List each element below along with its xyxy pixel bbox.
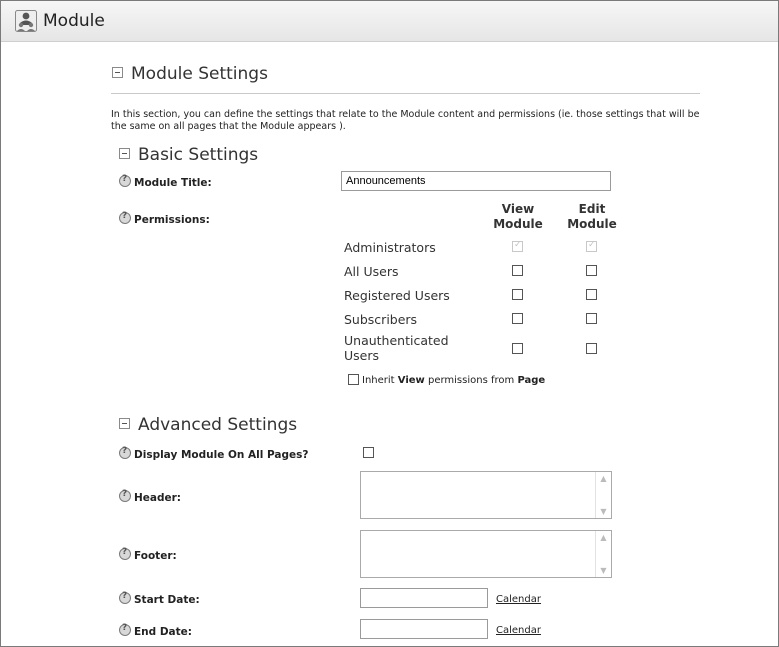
display-all-pages-checkbox[interactable] [363, 447, 374, 458]
role-name: Administrators [344, 240, 436, 255]
view-permission-checkbox[interactable] [512, 289, 523, 300]
inherit-permissions-checkbox[interactable] [348, 374, 359, 385]
role-name: Subscribers [344, 312, 418, 327]
start-date-input[interactable] [360, 588, 488, 608]
header-label: Header: [119, 489, 181, 504]
view-permission-checkbox [512, 240, 523, 252]
start-date-calendar-link[interactable]: Calendar [496, 594, 541, 605]
edit-module-header: Edit Module [567, 202, 617, 231]
view-permission-checkbox[interactable] [512, 343, 523, 354]
edit-permission-checkbox[interactable] [586, 313, 597, 324]
help-icon[interactable] [119, 591, 131, 604]
help-icon[interactable] [119, 547, 131, 560]
window-title: Module [43, 11, 105, 31]
advanced-settings-heading[interactable]: Advanced Settings [119, 415, 297, 435]
end-date-input[interactable] [360, 619, 488, 639]
window-titlebar: Module [1, 1, 778, 42]
view-permission-checkbox[interactable] [512, 265, 523, 276]
end-date-label: End Date: [119, 623, 192, 638]
help-icon[interactable] [119, 211, 131, 224]
edit-permission-checkbox [586, 240, 597, 252]
help-icon[interactable] [119, 489, 131, 502]
divider [111, 93, 700, 94]
scroll-up-arrow-icon[interactable]: ▲ [599, 533, 608, 542]
help-icon[interactable] [119, 623, 131, 636]
module-title-input[interactable] [341, 171, 611, 191]
edit-permission-checkbox[interactable] [586, 289, 597, 300]
role-name: Registered Users [344, 288, 450, 303]
display-all-pages-label: Display Module On All Pages? [119, 446, 309, 461]
header-textarea[interactable]: ▲ ▼ [360, 471, 612, 519]
role-name: Unauthenticated Users [344, 333, 449, 363]
module-settings-intro: In this section, you can define the sett… [111, 109, 700, 132]
view-permission-checkbox[interactable] [512, 313, 523, 324]
help-icon[interactable] [119, 446, 131, 459]
edit-permission-checkbox[interactable] [586, 265, 597, 276]
help-icon[interactable] [119, 174, 131, 187]
module-window: Module Module Settings In this section, … [0, 0, 779, 647]
edit-permission-checkbox[interactable] [586, 343, 597, 354]
footer-textarea[interactable]: ▲ ▼ [360, 530, 612, 578]
collapse-icon[interactable] [119, 417, 130, 429]
module-settings-heading[interactable]: Module Settings [112, 64, 268, 84]
role-name: All Users [344, 264, 399, 279]
scroll-up-arrow-icon[interactable]: ▲ [599, 474, 608, 483]
view-module-header: View Module [493, 202, 543, 231]
collapse-icon[interactable] [119, 147, 130, 159]
start-date-label: Start Date: [119, 591, 200, 606]
end-date-calendar-link[interactable]: Calendar [496, 625, 541, 636]
scrollbar[interactable]: ▲ ▼ [595, 531, 611, 577]
scroll-down-arrow-icon[interactable]: ▼ [599, 566, 608, 575]
scrollbar[interactable]: ▲ ▼ [595, 472, 611, 518]
inherit-permissions-option[interactable]: Inherit View permissions from Page [348, 374, 545, 386]
collapse-icon[interactable] [112, 66, 123, 78]
footer-label: Footer: [119, 547, 177, 562]
module-users-icon [15, 10, 37, 32]
module-title-label: Module Title: [119, 174, 212, 189]
permissions-label: Permissions: [119, 211, 210, 226]
basic-settings-heading[interactable]: Basic Settings [119, 145, 258, 165]
scroll-down-arrow-icon[interactable]: ▼ [599, 507, 608, 516]
